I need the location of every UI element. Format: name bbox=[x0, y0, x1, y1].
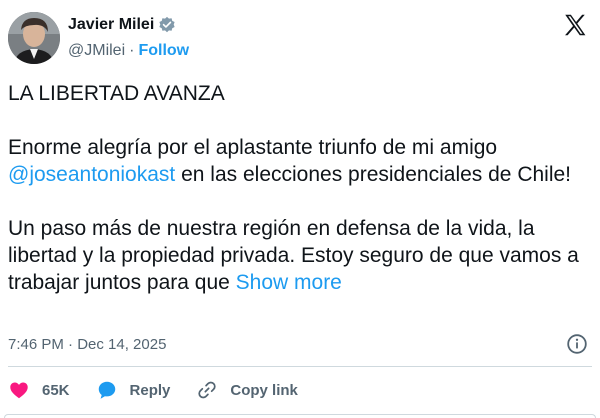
verified-badge-icon bbox=[158, 16, 176, 34]
show-more-link[interactable]: Show more bbox=[236, 271, 342, 294]
separator-dot: · bbox=[129, 42, 135, 59]
tweet-text-segment: Enorme alegría por el aplastante triunfo… bbox=[8, 136, 498, 159]
tweet-embed: Javier Milei @JMilei · Follow LA LIBERTA… bbox=[0, 0, 600, 418]
tweet-line-headline: LA LIBERTAD AVANZA bbox=[8, 82, 225, 105]
copy-link-label: Copy link bbox=[230, 381, 298, 399]
tweet-timestamp-row: 7:46 PM · Dec 14, 2025 bbox=[8, 334, 166, 354]
follow-button[interactable]: Follow bbox=[138, 42, 189, 60]
action-bar: 65K Reply Copy link bbox=[8, 378, 324, 402]
info-icon[interactable] bbox=[566, 333, 588, 355]
tweet-timestamp[interactable]: 7:46 PM · Dec 14, 2025 bbox=[8, 336, 166, 353]
reply-bubble-icon bbox=[96, 379, 118, 401]
divider bbox=[8, 366, 592, 367]
reply-label: Reply bbox=[129, 381, 171, 399]
like-button[interactable]: 65K bbox=[8, 379, 70, 401]
card-border bbox=[4, 414, 596, 418]
avatar[interactable] bbox=[8, 12, 60, 64]
x-logo-icon[interactable] bbox=[562, 12, 588, 38]
author-display-name[interactable]: Javier Milei bbox=[68, 16, 154, 34]
tweet-paragraph-2: Enorme alegría por el aplastante triunfo… bbox=[8, 134, 588, 188]
tweet-text-segment: en las elecciones presidenciales de Chil… bbox=[181, 163, 572, 186]
heart-icon bbox=[8, 379, 30, 401]
reply-button[interactable]: Reply bbox=[96, 379, 171, 401]
copy-link-button[interactable]: Copy link bbox=[196, 379, 298, 401]
tweet-paragraph-3: Un paso más de nuestra región en defensa… bbox=[8, 215, 588, 296]
mention-link[interactable]: @joseantoniokast bbox=[8, 163, 175, 186]
author-handle[interactable]: @JMilei bbox=[68, 42, 125, 60]
like-count: 65K bbox=[42, 381, 70, 399]
tweet-text: LA LIBERTAD AVANZA Enorme alegría por el… bbox=[8, 80, 588, 296]
link-icon bbox=[196, 379, 218, 401]
author-handle-row: @JMilei · Follow bbox=[68, 40, 189, 62]
author-name-row: Javier Milei bbox=[68, 14, 176, 36]
